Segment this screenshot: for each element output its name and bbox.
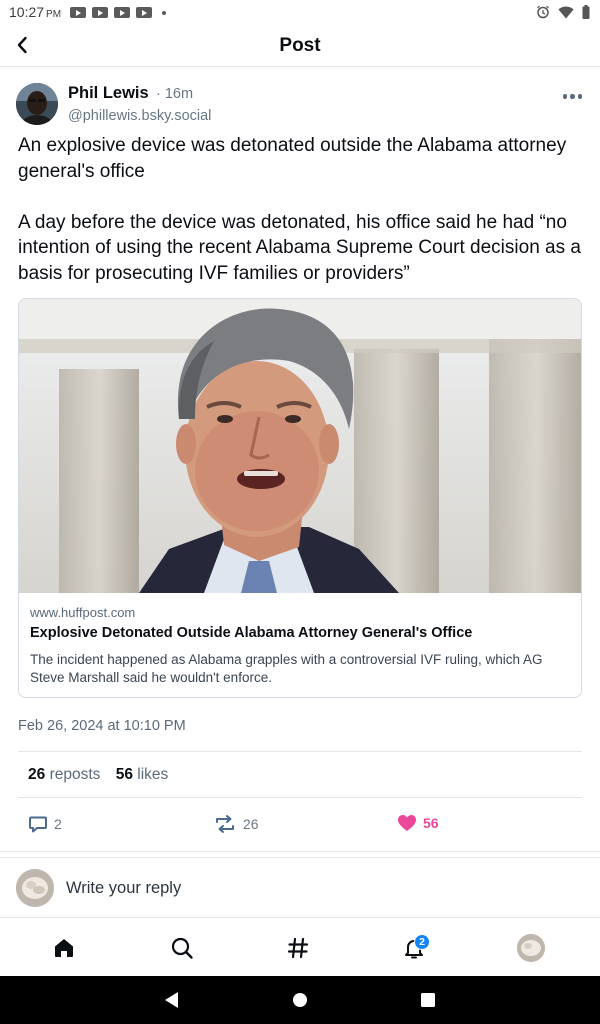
hashtag-icon [287, 937, 309, 959]
bottom-tab-bar: 2 [0, 917, 600, 976]
home-icon [55, 939, 73, 957]
android-navigation-bar [0, 976, 600, 1024]
reply-icon [29, 816, 47, 833]
wifi-icon [558, 6, 574, 18]
repost-button[interactable]: 26 [213, 814, 259, 834]
nav-back-button[interactable] [159, 988, 183, 1012]
divider [18, 797, 582, 798]
alarm-icon [537, 5, 549, 19]
author-handle[interactable]: @phillewis.bsky.social [68, 108, 211, 124]
youtube-notification-icon [136, 7, 152, 18]
link-title: Explosive Detonated Outside Alabama Atto… [30, 625, 473, 641]
current-user-avatar [16, 869, 54, 907]
status-time: 10:27 PM [9, 4, 61, 20]
dot [562, 94, 567, 99]
youtube-notification-icon [70, 7, 86, 18]
triangle-back-icon [165, 992, 178, 1008]
reply-button[interactable]: 2 [28, 814, 62, 834]
repost-icon [216, 815, 234, 833]
tab-feeds[interactable] [278, 928, 318, 968]
author-avatar[interactable] [16, 83, 58, 125]
link-description: The incident happened as Alabama grapple… [30, 652, 543, 685]
post-more-options-button[interactable] [562, 94, 582, 99]
dot [577, 94, 582, 99]
square-recents-icon [421, 993, 435, 1007]
tab-search[interactable] [162, 928, 202, 968]
divider [0, 857, 600, 858]
likes-label: likes [137, 766, 169, 783]
status-time-value: 10:27 [9, 4, 45, 20]
likes-stat[interactable]: 56 likes [116, 766, 169, 783]
page-title: Post [279, 35, 321, 56]
author-avatar-image [16, 83, 58, 125]
likes-count: 56 [115, 766, 133, 783]
nav-home-button[interactable] [288, 988, 312, 1012]
divider [0, 851, 600, 852]
divider [18, 751, 582, 752]
profile-avatar [517, 934, 545, 962]
circle-home-icon [293, 993, 307, 1007]
app-header: Post [0, 24, 600, 67]
search-icon [171, 937, 193, 959]
more-notifications-dot-icon [162, 10, 166, 15]
tab-home[interactable] [44, 928, 84, 968]
status-notification-icons [70, 7, 166, 18]
tab-notifications[interactable]: 2 [394, 928, 434, 968]
status-bar: 10:27 PM [0, 0, 600, 24]
dot [570, 94, 575, 99]
status-system-icons [536, 5, 590, 19]
link-preview-photo [19, 299, 581, 593]
reply-count: 2 [54, 816, 62, 832]
tab-profile[interactable] [511, 928, 551, 968]
author-name[interactable]: Phil Lewis [68, 84, 149, 103]
nav-recents-button[interactable] [416, 988, 440, 1012]
youtube-notification-icon [114, 7, 130, 18]
post-text: An explosive device was detonated outsid… [18, 135, 581, 284]
reply-input[interactable]: Write your reply [66, 879, 181, 898]
reposts-label: reposts [49, 766, 101, 783]
heart-filled-icon [398, 815, 416, 831]
profile-avatar-image [517, 934, 545, 962]
reposts-stat[interactable]: 26 reposts [28, 766, 100, 783]
battery-icon [582, 5, 590, 19]
like-button[interactable]: 56 [397, 814, 439, 832]
post-stats: 26 reposts 56 likes [28, 766, 168, 784]
notifications-badge: 2 [414, 934, 430, 950]
post-date: Feb 26, 2024 at 10:10 PM [18, 718, 186, 734]
post-relative-time: · 16m [156, 86, 194, 102]
link-preview-image [19, 299, 581, 593]
reposts-count: 26 [28, 766, 46, 783]
link-domain: www.huffpost.com [30, 605, 136, 620]
like-count: 56 [423, 815, 439, 831]
status-time-ampm: PM [46, 9, 62, 20]
link-preview-card[interactable]: www.huffpost.com Explosive Detonated Out… [18, 298, 582, 698]
youtube-notification-icon [92, 7, 108, 18]
repost-count: 26 [243, 816, 259, 832]
current-user-avatar-image [16, 869, 54, 907]
